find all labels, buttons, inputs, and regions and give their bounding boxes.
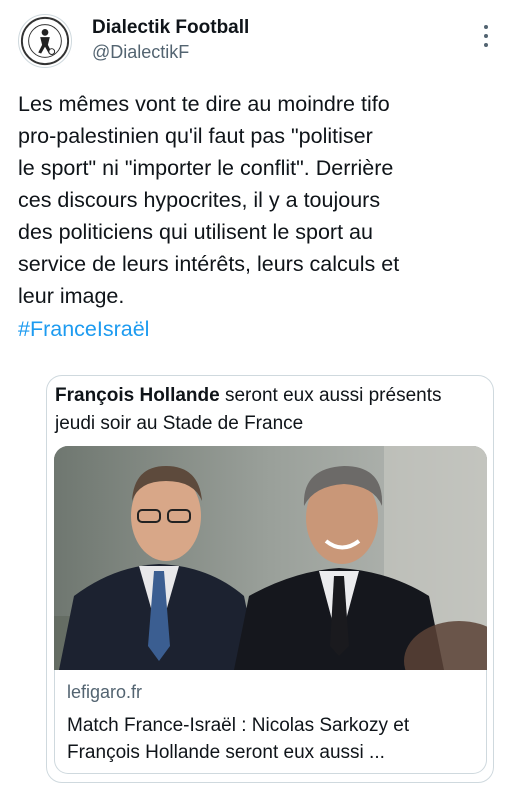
- card-footer[interactable]: lefigaro.fr Match France-Israël : Nicola…: [54, 670, 487, 774]
- more-options-icon[interactable]: [482, 25, 490, 47]
- link-card[interactable]: François Hollande seront eux aussi prése…: [46, 375, 494, 783]
- card-image[interactable]: [54, 446, 487, 670]
- dot: [484, 34, 488, 38]
- card-title: Match France-Israël : Nicolas Sarkozy et…: [67, 715, 410, 763]
- quoted-text: François Hollande seront eux aussi prése…: [55, 382, 485, 438]
- dot: [484, 43, 488, 47]
- avatar[interactable]: [18, 14, 72, 68]
- club-crest-icon: [20, 16, 70, 66]
- dot: [484, 25, 488, 29]
- author-handle[interactable]: @DialectikF: [92, 42, 189, 63]
- hashtag-link[interactable]: #FranceIsraël: [18, 313, 149, 345]
- card-domain: lefigaro.fr: [67, 682, 143, 702]
- quoted-bold: François Hollande: [55, 385, 220, 406]
- author-name[interactable]: Dialectik Football: [92, 17, 249, 39]
- news-photo: [54, 446, 487, 670]
- tweet-text: Les mêmes vont te dire au moindre tifo p…: [18, 92, 400, 308]
